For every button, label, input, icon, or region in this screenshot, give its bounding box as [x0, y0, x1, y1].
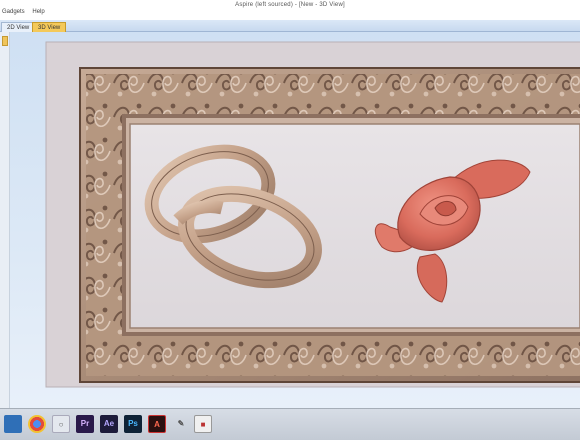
pen-icon[interactable]: ✎ — [172, 415, 190, 433]
carving-render — [45, 41, 580, 388]
window-title: Aspire (left sourced) - [New - 3D View] — [235, 2, 345, 8]
menu-item-help[interactable]: Help — [32, 9, 44, 15]
menu-bar: Gadgets Help — [2, 9, 51, 15]
windows-start-icon[interactable] — [4, 415, 22, 433]
dock-pin-icon[interactable] — [2, 36, 8, 46]
view-tabs: 2D View 3D View — [0, 20, 580, 32]
premiere-icon[interactable]: Pr — [76, 415, 94, 433]
acrobat-icon[interactable]: A — [148, 415, 166, 433]
menu-item-gadgets[interactable]: Gadgets — [2, 9, 25, 15]
search-icon[interactable]: ○ — [52, 415, 70, 433]
after-effects-icon[interactable]: Ae — [100, 415, 118, 433]
aspire-icon[interactable]: ■ — [194, 415, 212, 433]
photoshop-icon[interactable]: Ps — [124, 415, 142, 433]
left-dock-strip[interactable] — [0, 32, 10, 408]
3d-viewport[interactable] — [10, 32, 580, 408]
title-bar: Aspire (left sourced) - [New - 3D View] … — [0, 0, 580, 20]
chrome-icon[interactable] — [28, 415, 46, 433]
tab-2d-view[interactable]: 2D View — [1, 22, 36, 32]
taskbar: ○ Pr Ae Ps A ✎ ■ — [0, 408, 580, 440]
tab-3d-view[interactable]: 3D View — [32, 22, 67, 32]
